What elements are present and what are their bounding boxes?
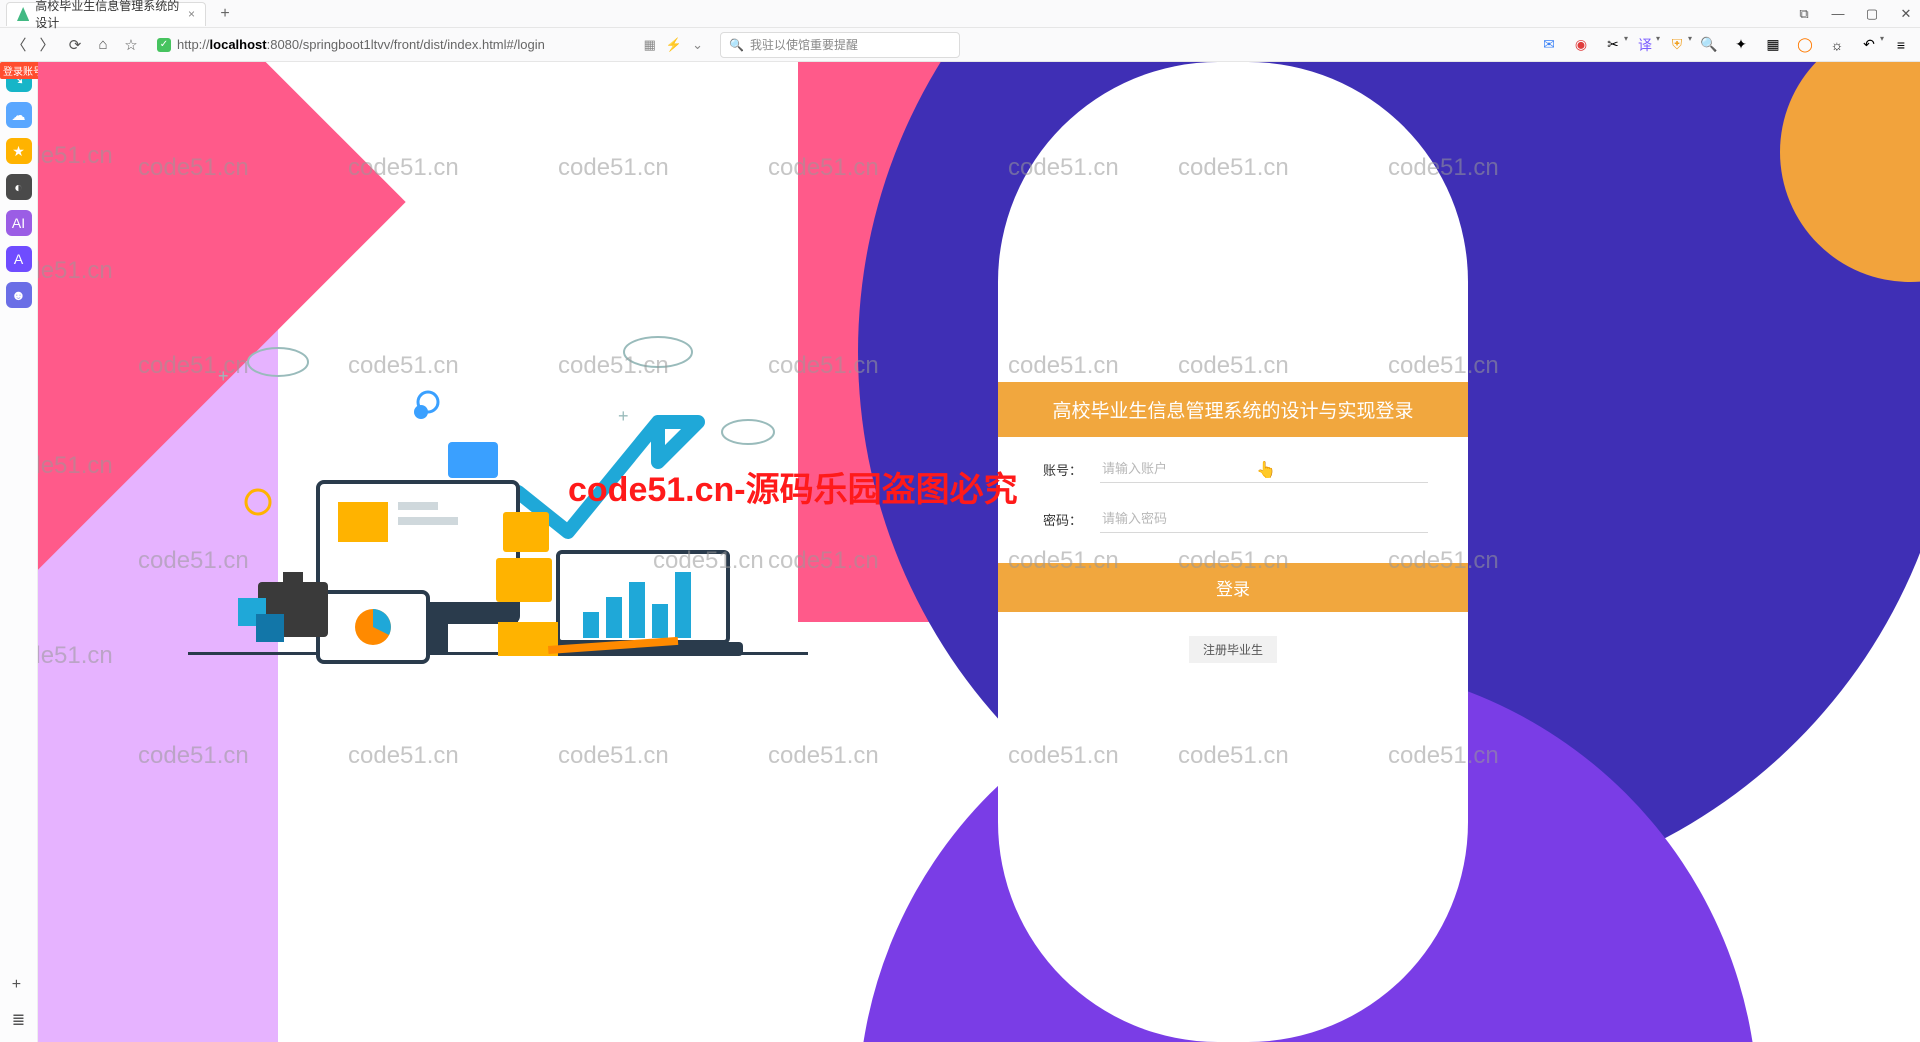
qr-icon[interactable]: ▦ — [644, 37, 656, 53]
password-input[interactable] — [1100, 505, 1428, 533]
translate-icon[interactable]: 译▾ — [1636, 36, 1654, 54]
window-close-icon[interactable]: ✕ — [1898, 6, 1914, 22]
shield-icon[interactable]: ⛨▾ — [1668, 36, 1686, 54]
nav-home-icon[interactable]: ⌂ — [94, 36, 112, 54]
browser-tab[interactable]: 高校毕业生信息管理系统的设计 × — [6, 2, 206, 26]
tab-title: 高校毕业生信息管理系统的设计 — [35, 0, 182, 31]
sidebar-app-3[interactable]: ★ — [6, 138, 32, 164]
site-security-icon: ✓ — [157, 38, 171, 52]
browser-sidebar: 登录账号 ➘ ☁ ★ ◐ AI A ☻ + ≣ — [0, 62, 38, 1042]
search-placeholder: 我驻以使馆重要提醒 — [750, 36, 858, 53]
sidebar-app-6[interactable]: A — [6, 246, 32, 272]
browser-search-box[interactable]: 🔍 我驻以使馆重要提醒 — [720, 32, 960, 58]
window-controls: ⧉ — ▢ ✕ — [1796, 6, 1914, 22]
svg-text:+: + — [618, 406, 629, 426]
nav-forward-icon[interactable]: 〉 — [38, 36, 56, 54]
vue-favicon-icon — [17, 7, 29, 21]
window-maximize-icon[interactable]: ▢ — [1864, 6, 1880, 22]
extensions-icon[interactable]: ✦ — [1732, 36, 1750, 54]
svg-text:+: + — [218, 366, 229, 386]
settings-icon[interactable]: ☼ — [1828, 36, 1846, 54]
mail-icon[interactable]: ✉ — [1540, 36, 1558, 54]
fast-icon[interactable]: ⚡ — [666, 37, 682, 53]
username-label: 账号： — [1038, 460, 1082, 479]
nav-reload-icon[interactable]: ⟳ — [66, 36, 84, 54]
zoom-icon[interactable]: 🔍 — [1700, 36, 1718, 54]
sidebar-list-icon[interactable]: ≣ — [12, 1010, 25, 1030]
hero-illustration: + + ○ — [188, 322, 808, 682]
globe-icon[interactable]: ◯ — [1796, 36, 1814, 54]
sidebar-app-4[interactable]: ◐ — [6, 174, 32, 200]
sidebar-app-5[interactable]: AI — [6, 210, 32, 236]
browser-toolbar: 〈 〉 ⟳ ⌂ ☆ ✓ http://localhost:8080/spring… — [0, 28, 1920, 62]
sidebar-add-icon[interactable]: + — [12, 976, 25, 994]
search-icon: 🔍 — [729, 38, 744, 52]
menu-icon[interactable]: ≡ — [1892, 36, 1910, 54]
dropdown-icon[interactable]: ⌄ — [692, 37, 703, 53]
window-titlebar: 高校毕业生信息管理系统的设计 × + ⧉ — ▢ ✕ — [0, 0, 1920, 28]
window-pip-icon[interactable]: ⧉ — [1796, 6, 1812, 22]
page-viewport: + + ○ — [38, 62, 1920, 1042]
address-bar[interactable]: ✓ http://localhost:8080/springboot1ltvv/… — [150, 32, 710, 58]
sidebar-app-2[interactable]: ☁ — [6, 102, 32, 128]
register-button[interactable]: 注册毕业生 — [1189, 636, 1277, 663]
undo-icon[interactable]: ↶▾ — [1860, 36, 1878, 54]
sidebar-app-7[interactable]: ☻ — [6, 282, 32, 308]
username-input[interactable] — [1100, 455, 1428, 483]
apps-icon[interactable]: ▦ — [1764, 36, 1782, 54]
login-form: 高校毕业生信息管理系统的设计与实现登录 账号： 密码： 登录 注册毕业生 — [998, 382, 1468, 687]
password-label: 密码： — [1038, 510, 1082, 529]
login-submit-button[interactable]: 登录 — [998, 563, 1468, 612]
nav-back-icon[interactable]: 〈 — [10, 36, 28, 54]
nav-favorite-icon[interactable]: ☆ — [122, 36, 140, 54]
login-title: 高校毕业生信息管理系统的设计与实现登录 — [998, 382, 1468, 437]
weibo-icon[interactable]: ◉ — [1572, 36, 1590, 54]
tab-close-icon[interactable]: × — [188, 7, 195, 21]
toolbar-right-icons: ✉ ◉ ✂▾ 译▾ ⛨▾ 🔍 ✦ ▦ ◯ ☼ ↶▾ ≡ — [1540, 36, 1910, 54]
url-text: http://localhost:8080/springboot1ltvv/fr… — [177, 37, 545, 52]
window-minimize-icon[interactable]: — — [1830, 6, 1846, 22]
new-tab-button[interactable]: + — [214, 3, 236, 25]
scissors-icon[interactable]: ✂▾ — [1604, 36, 1622, 54]
